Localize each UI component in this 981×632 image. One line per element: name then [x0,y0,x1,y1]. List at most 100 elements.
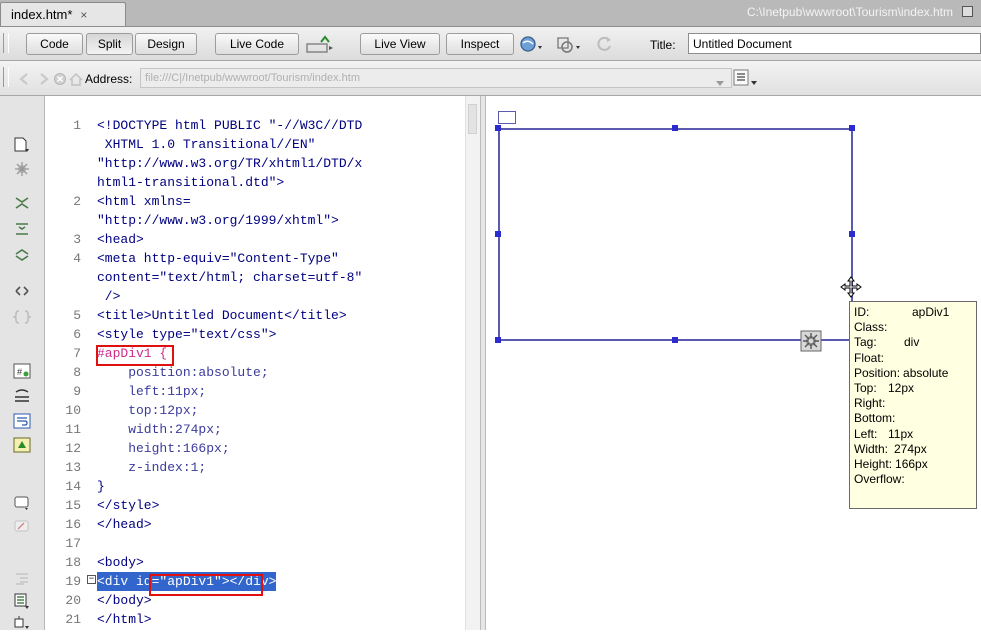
tooltip-value: 12px [888,381,915,396]
inspect-button[interactable]: Inspect [446,33,514,55]
browser-preview-icon[interactable] [518,33,546,55]
live-view-button[interactable]: Live View [360,33,440,55]
expand-all-icon[interactable] [12,246,32,264]
live-view-options-icon[interactable] [732,67,760,89]
code-line[interactable]: 15 </style> [45,496,465,515]
resize-handle-bottom[interactable] [672,337,678,343]
addressbar-grip[interactable] [3,67,9,87]
code-text: top:12px; [97,403,199,418]
toolbar-grip[interactable] [3,33,9,53]
highlight-invalid-code-icon[interactable] [12,388,32,406]
line-number: 18 [65,555,81,570]
indent-code-icon[interactable] [12,570,32,588]
code-line[interactable]: 6 <style type="text/css"> [45,325,465,344]
live-code-button[interactable]: Live Code [215,33,299,55]
show-code-navigator-icon[interactable] [12,160,32,178]
code-line[interactable]: 21 </html> [45,610,465,629]
code-scrollbar-thumb[interactable] [468,104,477,134]
format-source-code-icon[interactable] [12,592,32,610]
visual-aids-icon[interactable] [554,33,584,55]
tooltip-row: Right: [854,396,972,411]
address-label: Address: [85,72,133,86]
code-line[interactable]: 14} [45,477,465,496]
collapse-selection-icon[interactable] [12,220,32,238]
resize-handle-left[interactable] [495,231,501,237]
code-scrollbar[interactable] [465,96,480,630]
line-number: 4 [73,251,81,266]
stop-icon[interactable] [52,68,68,90]
split-view-button[interactable]: Split [86,33,133,55]
code-line[interactable]: 3 <head> [45,230,465,249]
design-view-button[interactable]: Design [135,33,197,55]
resize-handle-top[interactable] [672,125,678,131]
file-management-icon[interactable] [305,33,335,55]
line-number: 11 [65,422,81,437]
collapse-full-tag-icon[interactable] [12,194,32,212]
line-number: 10 [65,403,81,418]
resize-handle-top-left[interactable] [495,125,501,131]
ap-div-element[interactable] [498,128,853,341]
ap-element-anchor-icon[interactable] [498,111,516,124]
ap-element-marker-icon[interactable] [800,330,822,352]
code-text: "http://www.w3.org/TR/xhtml1/DTD/x [97,156,363,171]
back-arrow-icon[interactable] [14,68,34,90]
address-bar: Address: [0,61,981,96]
code-line[interactable]: 2 <html xmlns= [45,192,465,211]
restore-window-icon[interactable] [962,6,973,17]
code-line[interactable]: "http://www.w3.org/1999/xhtml"> [45,211,465,230]
tooltip-key: ID: [854,305,870,319]
line-numbers-icon[interactable]: # [12,362,32,380]
code-line[interactable]: 13 z-index:1; [45,458,465,477]
tooltip-value: div [904,335,920,350]
tooltip-key: Bottom: [854,411,896,426]
balance-braces-icon[interactable] [12,308,32,326]
address-input[interactable] [140,68,732,88]
tooltip-key: Top: [854,381,877,396]
tooltip-row: Overflow: [854,472,972,487]
code-line[interactable]: 5 <title>Untitled Document</title> [45,306,465,325]
code-line[interactable]: 9 left:11px; [45,382,465,401]
close-tab-icon[interactable]: × [80,8,87,22]
address-dropdown-icon[interactable] [714,72,726,94]
tab-index-htm[interactable]: index.htm* × [0,2,126,26]
code-line[interactable]: content="text/html; charset=utf-8" [45,268,465,287]
tooltip-key: Float: [854,350,885,365]
code-text: /> [97,289,121,304]
resize-handle-bottom-left[interactable] [495,337,501,343]
code-text: "http://www.w3.org/1999/xhtml"> [97,213,339,228]
code-line[interactable]: 12 height:166px; [45,439,465,458]
forward-arrow-icon[interactable] [34,68,54,90]
code-line[interactable]: /> [45,287,465,306]
code-line[interactable]: "http://www.w3.org/TR/xhtml1/DTD/x [45,154,465,173]
code-view-button[interactable]: Code [26,33,83,55]
code-line[interactable]: 17 [45,534,465,553]
snippets-icon[interactable] [12,614,32,632]
code-line[interactable]: 11 width:274px; [45,420,465,439]
code-text: <title>Untitled Document</title> [97,308,347,323]
code-line[interactable]: 4 <meta http-equiv="Content-Type" [45,249,465,268]
document-title-input[interactable] [688,33,981,54]
code-text: <body> [97,555,144,570]
remove-comment-icon[interactable] [12,518,32,536]
code-line[interactable]: 16 </head> [45,515,465,534]
resize-handle-top-right[interactable] [849,125,855,131]
resize-handle-right[interactable] [849,231,855,237]
home-icon[interactable] [67,68,85,90]
code-text: </html> [97,612,152,627]
line-number: 17 [65,536,81,551]
word-wrap-icon[interactable] [12,412,32,430]
open-documents-icon[interactable] [12,136,32,154]
code-line[interactable]: html1-transitional.dtd"> [45,173,465,192]
refresh-icon[interactable] [594,33,616,55]
line-number: 19 [65,574,81,589]
code-line[interactable]: 10 top:12px; [45,401,465,420]
code-line[interactable]: 1 <!DOCTYPE html PUBLIC "-//W3C//DTD [45,116,465,135]
collapse-tag-icon[interactable]: − [87,575,96,584]
tooltip-key: Position: [854,365,901,380]
apply-comment-icon[interactable] [12,494,32,512]
syntax-error-alerts-icon[interactable] [12,436,32,454]
code-line[interactable]: XHTML 1.0 Transitional//EN" [45,135,465,154]
select-parent-tag-icon[interactable] [12,282,32,300]
code-text: width:274px; [97,422,222,437]
code-line[interactable]: 18 <body> [45,553,465,572]
